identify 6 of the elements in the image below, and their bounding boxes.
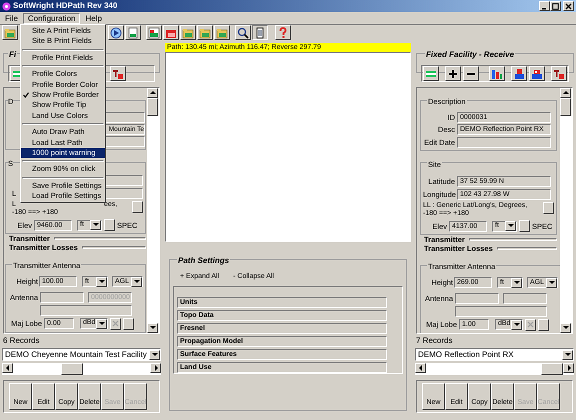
- group-title: Fi: [9, 50, 16, 59]
- record-count: 6 Records: [2, 336, 40, 346]
- group-title: Fixed Facility - Receive: [426, 50, 514, 59]
- group-title: Path Settings: [178, 256, 230, 265]
- window-title: SoftWright HDPath Rev 340: [13, 1, 118, 11]
- record-count: 7 Records: [415, 336, 454, 346]
